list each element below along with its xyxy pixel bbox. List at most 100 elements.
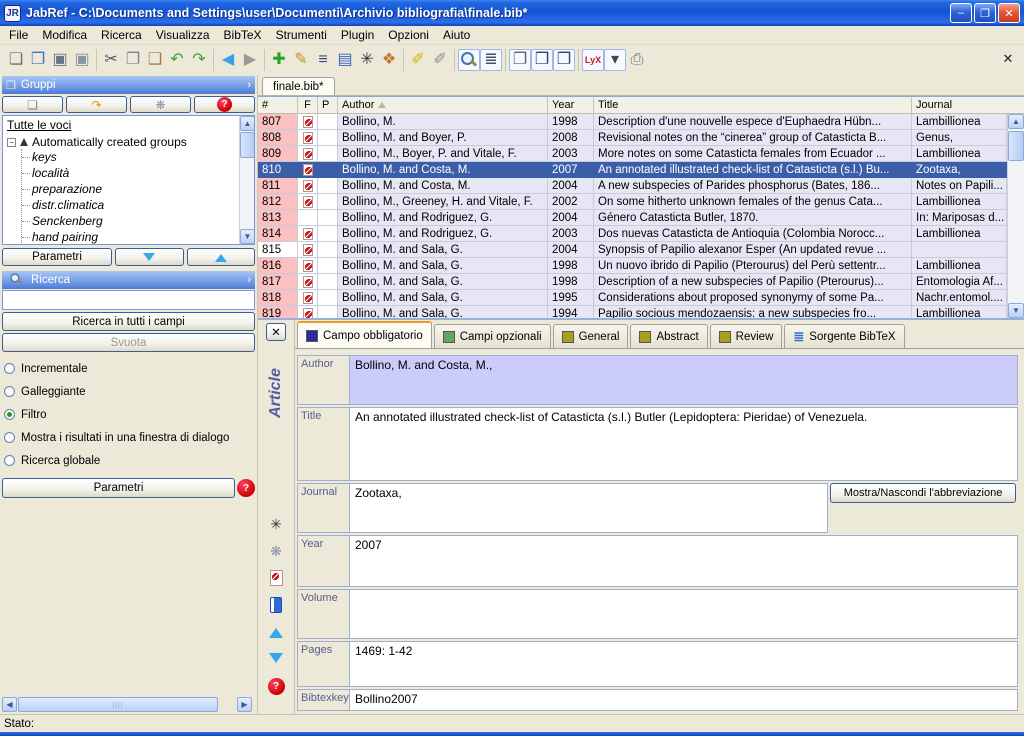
radio-incrementale[interactable]: Incrementale <box>4 357 253 380</box>
field-input-author[interactable]: Bollino, M. and Costa, M., <box>349 355 1018 405</box>
tree-item-senckenberg[interactable]: Senckenberg <box>22 213 254 229</box>
scroll-thumb[interactable] <box>1008 131 1024 161</box>
col-header-author[interactable]: Author <box>338 97 548 113</box>
col-header-year[interactable]: Year <box>548 97 594 113</box>
table-row[interactable]: 810Bollino, M. and Costa, M.2007An annot… <box>258 162 1007 178</box>
editor-tab-campo-obbligatorio[interactable]: Campo obbligatorio <box>297 321 432 348</box>
menu-visualizza[interactable]: Visualizza <box>149 26 217 44</box>
scroll-up-icon[interactable]: ▲ <box>1008 114 1024 129</box>
table-row[interactable]: 815Bollino, M. and Sala, G.2004Synopsis … <box>258 242 1007 258</box>
forward-icon[interactable]: ▶ <box>239 49 261 71</box>
editor-tab-review[interactable]: Review <box>710 324 783 348</box>
groups-tree-scrollbar[interactable]: ▲ ▼ <box>239 116 254 244</box>
open-file-link-icon[interactable]: ❒ <box>531 49 553 71</box>
tree-item-distr-climatica[interactable]: distr.climatica <box>22 197 254 213</box>
move-up-icon[interactable] <box>267 623 285 641</box>
new-entry-icon[interactable]: ✚ <box>268 49 290 71</box>
search-params-button[interactable]: Parametri <box>2 478 235 498</box>
field-input-year[interactable]: 2007 <box>349 535 1018 587</box>
mark-entries-icon[interactable]: ✐ <box>407 49 429 71</box>
close-button[interactable]: ✕ <box>998 3 1020 23</box>
col-header-num[interactable]: # <box>258 97 298 113</box>
field-input-bibtexkey[interactable]: Bollino2007 <box>349 689 1018 711</box>
toolbar-close-icon[interactable]: ✕ <box>1000 51 1016 67</box>
editor-tab-campi-opzionali[interactable]: Campi opzionali <box>434 324 551 348</box>
wand-icon[interactable]: ✳ <box>267 515 285 533</box>
table-row[interactable]: 819Bollino, M. and Sala, G.1994Papilio s… <box>258 306 1007 318</box>
col-header-title[interactable]: Title <box>594 97 912 113</box>
field-input-journal[interactable]: Zootaxa, <box>349 483 828 533</box>
search-help-icon[interactable]: ? <box>237 479 255 497</box>
hscroll-thumb[interactable]: |||| <box>18 697 218 712</box>
unmark-entries-icon[interactable]: ✐ <box>429 49 451 71</box>
field-input-volume[interactable] <box>349 589 1018 639</box>
editor-tab-abstract[interactable]: Abstract <box>630 324 707 348</box>
doi-book-icon[interactable] <box>267 596 285 614</box>
menu-aiuto[interactable]: Aiuto <box>436 26 477 44</box>
push-to-lyx-icon[interactable]: LyX <box>582 49 604 71</box>
radio-filtro[interactable]: Filtro <box>4 403 253 426</box>
wizard-icon[interactable]: ✳ <box>356 49 378 71</box>
edit-strings-icon[interactable]: ▤ <box>334 49 356 71</box>
editor-tab-general[interactable]: General <box>553 324 629 348</box>
tree-item-localit-[interactable]: località <box>22 165 254 181</box>
search-pane-header[interactable]: Ricerca › <box>2 271 255 289</box>
pdf-icon[interactable] <box>267 569 285 587</box>
redo-icon[interactable]: ↷ <box>188 49 210 71</box>
tree-item-all-entries[interactable]: Tutte le voci <box>7 118 254 132</box>
restore-button[interactable]: ❐ <box>974 3 996 23</box>
open-url-icon[interactable]: ❒ <box>553 49 575 71</box>
editor-tab-sorgente-bibtex[interactable]: ≣Sorgente BibTeX <box>784 324 904 348</box>
tree-item-preparazione[interactable]: preparazione <box>22 181 254 197</box>
search-icon[interactable] <box>458 49 480 71</box>
undo-icon[interactable]: ↶ <box>166 49 188 71</box>
move-down-icon[interactable] <box>267 650 285 668</box>
tree-item-keys[interactable]: keys <box>22 149 254 165</box>
groups-move-down-button[interactable] <box>115 248 184 266</box>
col-header-journal[interactable]: Journal <box>912 97 1024 113</box>
push-dropdown-icon[interactable]: ▾ <box>604 49 626 71</box>
tree-expander-icon[interactable]: − <box>7 138 16 147</box>
table-row[interactable]: 813Bollino, M. and Rodriguez, G.2004Géne… <box>258 210 1007 226</box>
scroll-thumb[interactable] <box>240 132 255 158</box>
radio-mostra[interactable]: Mostra i risultati in una finestra di di… <box>4 426 253 449</box>
table-row[interactable]: 816Bollino, M. and Sala, G.1998Un nuovo … <box>258 258 1007 274</box>
search-input[interactable] <box>2 290 255 310</box>
undo-group-button[interactable]: ↷ <box>66 96 127 113</box>
table-row[interactable]: 808Bollino, M. and Boyer, P.2008Revision… <box>258 130 1007 146</box>
groups-params-button[interactable]: Parametri <box>2 248 112 266</box>
groups-collapse-icon[interactable]: › <box>247 79 251 91</box>
table-row[interactable]: 812Bollino, M., Greeney, H. and Vitale, … <box>258 194 1007 210</box>
clear-search-button[interactable]: Svuota <box>2 333 255 352</box>
group-settings-button[interactable]: ❋ <box>130 96 191 113</box>
scroll-left-icon[interactable]: ◀ <box>2 697 17 712</box>
col-header-file[interactable]: F <box>298 97 318 113</box>
open-database-icon[interactable]: ❐ <box>27 49 49 71</box>
print-icon[interactable]: ⎙ <box>626 49 648 71</box>
search-all-fields-button[interactable]: Ricerca in tutti i campi <box>2 312 255 331</box>
col-header-priority[interactable]: P <box>318 97 338 113</box>
scroll-right-icon[interactable]: ▶ <box>237 697 252 712</box>
help-icon[interactable]: ? <box>267 677 285 695</box>
menu-plugin[interactable]: Plugin <box>334 26 381 44</box>
scroll-down-icon[interactable]: ▼ <box>1008 303 1024 318</box>
menu-modifica[interactable]: Modifica <box>35 26 94 44</box>
table-row[interactable]: 807Bollino, M.1998Description d'une nouv… <box>258 114 1007 130</box>
gear-icon[interactable]: ❋ <box>267 542 285 560</box>
table-row[interactable]: 811Bollino, M. and Costa, M.2004A new su… <box>258 178 1007 194</box>
radio-ricerca[interactable]: Ricerca globale <box>4 449 253 472</box>
cut-icon[interactable]: ✂ <box>100 49 122 71</box>
edit-preamble-icon[interactable]: ≡ <box>312 49 334 71</box>
field-input-title[interactable]: An annotated illustrated check-list of C… <box>349 407 1018 481</box>
side-pane-hscrollbar[interactable]: ◀ |||| ▶ <box>2 697 252 712</box>
new-window-icon[interactable]: ❐ <box>509 49 531 71</box>
entry-table-scrollbar[interactable]: ▲ ▼ <box>1007 114 1024 318</box>
toggle-abbreviation-button[interactable]: Mostra/Nascondi l'abbreviazione <box>830 483 1016 503</box>
new-group-button[interactable]: ❏ <box>2 96 63 113</box>
menu-bibtex[interactable]: BibTeX <box>217 26 269 44</box>
menu-opzioni[interactable]: Opzioni <box>381 26 436 44</box>
preview-icon[interactable]: ≣ <box>480 49 502 71</box>
tree-item-hand-pairing[interactable]: hand pairing <box>22 229 254 245</box>
menu-file[interactable]: File <box>2 26 35 44</box>
copy-icon[interactable]: ❐ <box>122 49 144 71</box>
